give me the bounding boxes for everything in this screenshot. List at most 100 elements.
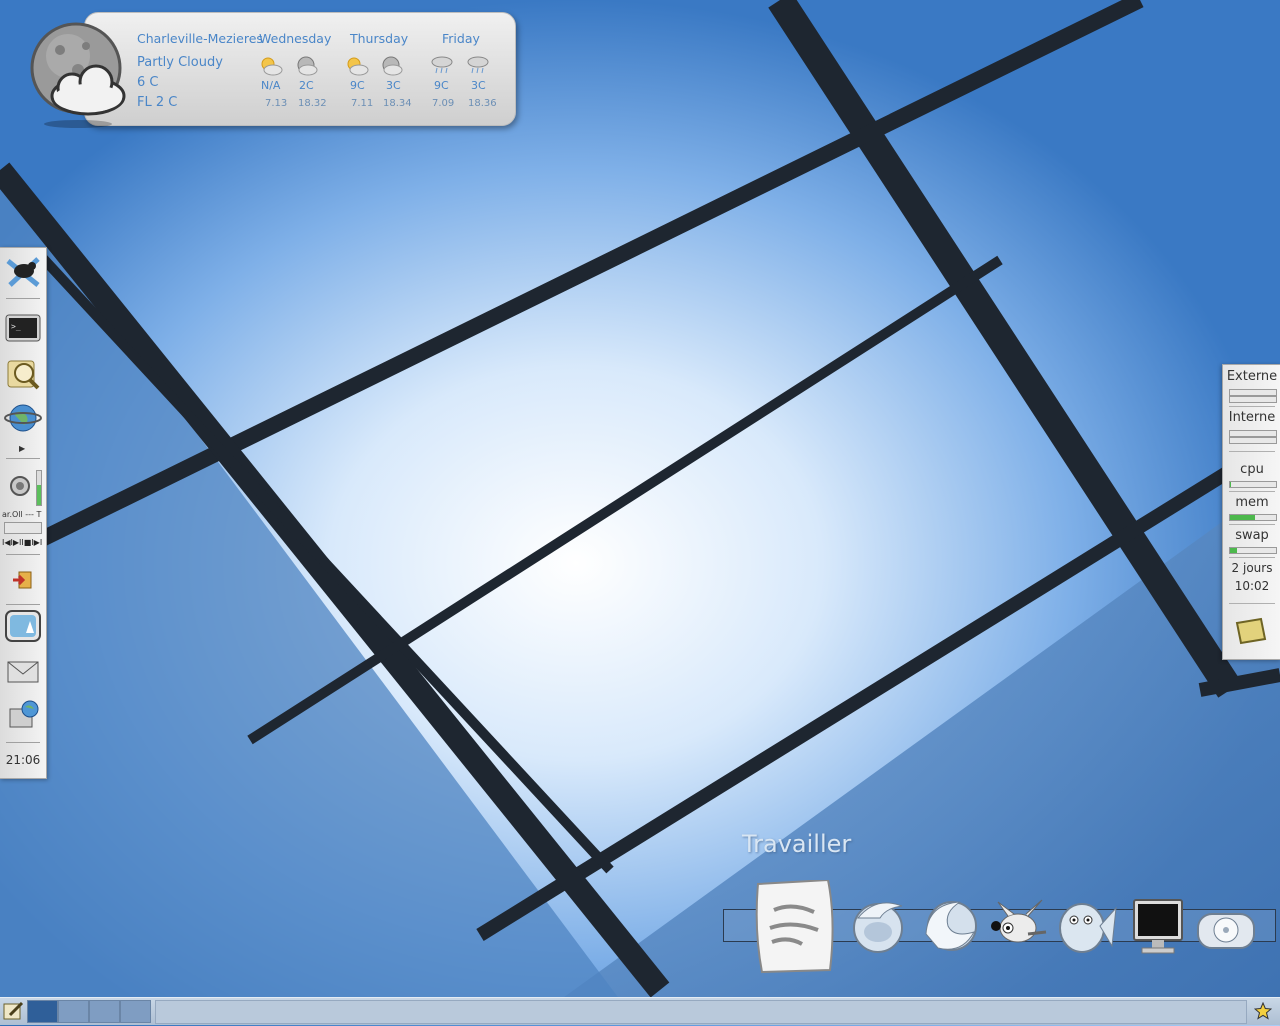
forecast-temp-night: 3C	[386, 79, 401, 92]
star-icon	[1254, 1002, 1272, 1020]
xfce-menu-button[interactable]	[3, 252, 43, 292]
weather-widget[interactable]: Charleville-Mezieres Partly Cloudy 6 C F…	[84, 12, 516, 126]
left-launcher-panel: >_ ▶ ar.Oll --- T I◀I▶II■I▶I 21:06	[0, 247, 47, 779]
globe-icon	[4, 404, 42, 432]
gaim-launcher[interactable]	[1054, 896, 1118, 964]
separator	[1229, 603, 1275, 604]
externe-label: Externe	[1226, 369, 1278, 384]
logout-button[interactable]	[3, 560, 43, 600]
moon-cloud-icon	[297, 56, 318, 76]
cpu-label: cpu	[1240, 462, 1264, 477]
separator	[1229, 491, 1275, 492]
forecast-temp-day: 9C	[434, 79, 449, 92]
forecast-sunset: 18.36	[468, 98, 497, 109]
separator	[6, 554, 40, 555]
music-player-progress[interactable]	[4, 522, 42, 534]
externe-bar-2	[1229, 396, 1277, 403]
weather-temperature: 6 C	[137, 75, 159, 90]
gimp-icon	[991, 899, 1047, 943]
forecast-temp-night: 2C	[299, 79, 314, 92]
forecast-sunset: 18.32	[298, 98, 327, 109]
workspace-pager	[27, 1000, 151, 1023]
network-button[interactable]	[3, 696, 43, 736]
volume-icon	[10, 476, 30, 496]
separator	[6, 298, 40, 299]
terminal-button[interactable]: >_	[3, 308, 43, 348]
cd-player-launcher[interactable]	[1196, 908, 1256, 956]
gaim-icon	[1059, 903, 1117, 953]
swap-bar-fill	[1230, 548, 1237, 553]
volume-button[interactable]	[0, 466, 40, 506]
forecast-day-name: Friday	[442, 31, 480, 46]
interne-label: Interne	[1228, 410, 1276, 425]
notes-button[interactable]	[1235, 617, 1267, 649]
text-editor-icon	[755, 878, 834, 974]
menu-button[interactable]	[2, 1001, 24, 1022]
photo-viewer-button[interactable]	[3, 606, 43, 646]
separator	[6, 742, 40, 743]
mail-icon	[7, 661, 39, 683]
taskbar	[0, 997, 1280, 1025]
logout-icon	[13, 571, 32, 589]
web-browser-button[interactable]	[3, 398, 43, 438]
swap-bar	[1229, 547, 1277, 554]
forecast-sunrise: 7.09	[432, 98, 455, 109]
workspace-3[interactable]	[89, 1000, 120, 1023]
mail-button[interactable]	[3, 652, 43, 692]
forecast-sunrise: 7.13	[265, 98, 288, 109]
sun-cloud-icon	[347, 57, 369, 76]
separator	[1229, 406, 1275, 407]
notepad-pencil-icon	[3, 1001, 24, 1020]
cd-player-icon	[1197, 913, 1255, 949]
forecast-day-name: Thursday	[350, 31, 409, 46]
sun-cloud-icon	[261, 57, 283, 76]
separator	[1229, 557, 1275, 558]
mem-bar	[1229, 514, 1277, 521]
interne-bar	[1229, 430, 1277, 437]
weather-city: Charleville-Mezieres	[137, 31, 263, 46]
interne-bar-2	[1229, 437, 1277, 444]
cpu-bar-fill	[1230, 482, 1231, 487]
thunderbird-launcher[interactable]	[846, 892, 910, 960]
rain-cloud-icon	[467, 56, 489, 74]
expand-arrow-icon[interactable]: ▶	[19, 444, 25, 453]
forecast-day-name: Wednesday	[259, 31, 332, 46]
text-editor-launcher[interactable]	[752, 878, 836, 978]
clock[interactable]: 21:06	[0, 753, 46, 767]
forecast-temp-day: 9C	[350, 79, 365, 92]
workspace-1[interactable]	[27, 1000, 58, 1023]
monitor-launcher[interactable]	[1132, 898, 1184, 960]
svg-text:>_: >_	[11, 322, 21, 331]
task-list[interactable]	[155, 1000, 1247, 1024]
forecast-sunrise: 7.11	[351, 98, 374, 109]
thunderbird-icon	[853, 902, 903, 953]
firefox-launcher[interactable]	[918, 894, 982, 960]
forecast-temp-night: 3C	[471, 79, 486, 92]
separator	[1229, 451, 1275, 452]
workspace-2[interactable]	[58, 1000, 89, 1023]
weather-feels-like: FL 2 C	[137, 95, 178, 110]
moon-cloud-icon	[382, 56, 403, 76]
photo-viewer-icon	[5, 610, 41, 642]
externe-bar	[1229, 389, 1277, 396]
file-search-button[interactable]	[3, 354, 43, 394]
separator	[1229, 524, 1275, 525]
monitor-icon	[1133, 899, 1183, 954]
mem-label: mem	[1235, 495, 1269, 510]
uptime-time: 10:02	[1234, 579, 1270, 593]
terminal-icon: >_	[5, 314, 41, 342]
weather-condition: Partly Cloudy	[137, 55, 223, 70]
swap-label: swap	[1235, 528, 1269, 543]
music-player-controls[interactable]: I◀I▶II■I▶I	[2, 538, 42, 547]
forecast-temp-day: N/A	[261, 79, 281, 92]
separator	[6, 458, 40, 459]
separator	[6, 604, 40, 605]
network-icon	[9, 700, 39, 728]
workspace-4[interactable]	[120, 1000, 151, 1023]
forecast-sunset: 18.34	[383, 98, 412, 109]
gimp-launcher[interactable]	[988, 898, 1048, 952]
systray-star-button[interactable]	[1250, 1000, 1276, 1022]
file-search-icon	[7, 360, 40, 390]
dock-title: Travailler	[742, 830, 852, 858]
volume-slider[interactable]	[36, 470, 42, 506]
